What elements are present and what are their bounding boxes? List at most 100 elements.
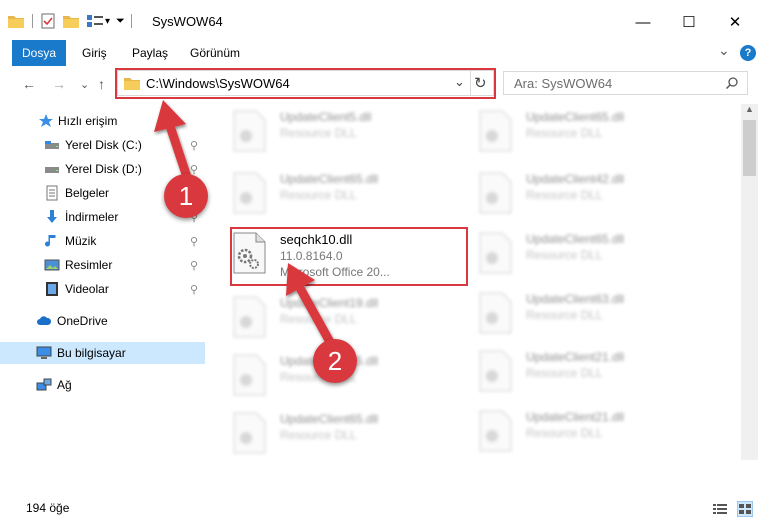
scrollbar-thumb[interactable] (743, 120, 756, 176)
sidebar-item-label: İndirmeler (65, 210, 119, 224)
sidebar-item-quick-access[interactable]: Hızlı erişim (0, 110, 205, 132)
view-icon[interactable] (87, 14, 103, 28)
dll-file-icon (479, 110, 512, 152)
sidebar-item-label: Müzik (65, 234, 97, 248)
pin-icon: ⚲ (190, 283, 199, 296)
search-input[interactable]: Ara: SysWOW64 (503, 71, 748, 95)
search-icon (726, 77, 738, 89)
sidebar-item-label: Belgeler (65, 186, 110, 200)
file-name: UpdateClient65.dll (526, 110, 625, 124)
dll-file-icon (479, 232, 512, 274)
documents-icon (46, 185, 58, 201)
sidebar-item-pictures[interactable]: Resimler ⚲ (0, 254, 205, 276)
sidebar-item-label: Videolar (65, 282, 109, 296)
close-button[interactable]: ✕ (712, 8, 758, 36)
scroll-up-icon[interactable]: ▲ (745, 104, 754, 114)
pin-icon: ⚲ (190, 139, 199, 152)
sidebar-item-label: Resimler (65, 258, 113, 272)
file-item[interactable]: UpdateClient65.dll Resource DLL (456, 226, 686, 284)
file-item[interactable]: UpdateClient63.dll Resource DLL (456, 286, 686, 344)
file-type: Resource DLL (526, 426, 603, 440)
tab-view[interactable]: Görünüm (180, 40, 250, 66)
help-icon[interactable]: ? (740, 45, 756, 61)
file-type: Resource DLL (526, 248, 603, 262)
file-item[interactable]: UpdateClient21.dll Resource DLL (456, 404, 686, 460)
dll-file-icon (479, 292, 512, 334)
file-name: UpdateClient19.dll (280, 296, 379, 310)
status-bar: 194 öğe (0, 494, 769, 526)
pin-icon: ⚲ (190, 259, 199, 272)
sidebar-item-label: Yerel Disk (D:) (65, 162, 142, 176)
sidebar-item-label: OneDrive (57, 314, 108, 328)
tab-home[interactable]: Giriş (72, 40, 117, 66)
new-folder-icon[interactable] (63, 14, 79, 28)
music-icon (45, 235, 56, 247)
file-item[interactable]: UpdateClient5.dll Resource DLL (210, 104, 440, 162)
file-item[interactable]: UpdateClient65.dll Resource DLL (456, 104, 686, 162)
tab-file[interactable]: Dosya (12, 40, 67, 66)
up-button[interactable]: ↑ (98, 76, 105, 92)
file-name: UpdateClient42.dll (526, 172, 625, 186)
dll-file-icon (233, 354, 266, 396)
sidebar-item-label: Bu bilgisayar (57, 346, 126, 360)
computer-icon (36, 346, 52, 359)
minimize-button[interactable]: — (620, 8, 666, 36)
dll-file-icon (479, 410, 512, 452)
dll-file-icon (233, 412, 266, 454)
sidebar-item-drive-c[interactable]: Yerel Disk (C:) ⚲ (0, 134, 205, 156)
folder-icon (8, 16, 24, 28)
file-item[interactable]: UpdateClient19.dll Resource DLL (210, 290, 440, 348)
customize-qa-icon[interactable]: ⏷ (116, 15, 125, 28)
file-type: Resource DLL (280, 126, 357, 140)
back-button[interactable]: ← (22, 76, 36, 92)
tab-share[interactable]: Paylaş (122, 40, 178, 66)
download-icon (47, 210, 57, 223)
properties-icon[interactable] (41, 13, 55, 29)
ribbon-expand-icon[interactable]: ⌄ (718, 42, 730, 59)
sidebar-item-network[interactable]: Ağ (0, 374, 205, 396)
dll-file-icon (233, 296, 266, 338)
file-item[interactable]: UpdateClient65.dll Resource DLL (210, 166, 440, 224)
drive-icon (45, 141, 59, 149)
details-view-icon[interactable] (713, 503, 727, 515)
quick-access-toolbar: ▾ ⏷ (8, 12, 138, 30)
address-highlight (115, 68, 496, 99)
dll-file-icon (479, 350, 512, 392)
file-highlight (230, 227, 468, 286)
file-item[interactable]: UpdateClient21.dll Resource DLL (456, 344, 686, 402)
file-item[interactable]: UpdateClient42.dll Resource DLL (456, 166, 686, 224)
videos-icon (46, 282, 58, 296)
sidebar-item-onedrive[interactable]: OneDrive (0, 310, 205, 332)
file-name: UpdateClient21.dll (526, 350, 625, 364)
vertical-scrollbar[interactable]: ▲ (741, 104, 758, 460)
sidebar-item-videos[interactable]: Videolar ⚲ (0, 278, 205, 300)
step-1-badge: 1 (164, 174, 208, 218)
window-title: SysWOW64 (152, 14, 223, 29)
file-type: Resource DLL (526, 308, 603, 322)
step-2-badge: 2 (313, 339, 357, 383)
dll-file-icon (479, 172, 512, 214)
navigation-pane: Hızlı erişim Yerel Disk (C:) ⚲ Yerel Dis… (0, 104, 208, 460)
file-type: Resource DLL (526, 188, 603, 202)
sidebar-item-this-pc[interactable]: Bu bilgisayar (0, 342, 205, 364)
pin-icon: ⚲ (190, 235, 199, 248)
ribbon: Dosya Giriş Paylaş Görünüm ⌄ ? (0, 40, 769, 67)
recent-locations-button[interactable]: ⌄ (80, 78, 89, 91)
file-type: Resource DLL (526, 126, 603, 140)
file-type: Resource DLL (280, 188, 357, 202)
dll-file-icon (233, 110, 266, 152)
file-name: UpdateClient65.dll (280, 172, 379, 186)
sidebar-item-music[interactable]: Müzik ⚲ (0, 230, 205, 252)
forward-button[interactable]: → (52, 76, 66, 92)
dll-file-icon (233, 172, 266, 214)
file-type: Resource DLL (280, 312, 357, 326)
drive-icon (45, 167, 59, 173)
qa-dropdown-icon[interactable]: ▾ (105, 16, 110, 27)
cloud-icon (37, 316, 52, 325)
search-placeholder: Ara: SysWOW64 (514, 76, 613, 91)
tiles-view-icon[interactable] (737, 501, 753, 517)
file-item[interactable]: UpdateClient65.dll Resource DLL (210, 406, 440, 460)
network-icon (36, 378, 52, 391)
file-name: UpdateClient65.dll (280, 412, 379, 426)
maximize-button[interactable]: ☐ (666, 8, 712, 36)
